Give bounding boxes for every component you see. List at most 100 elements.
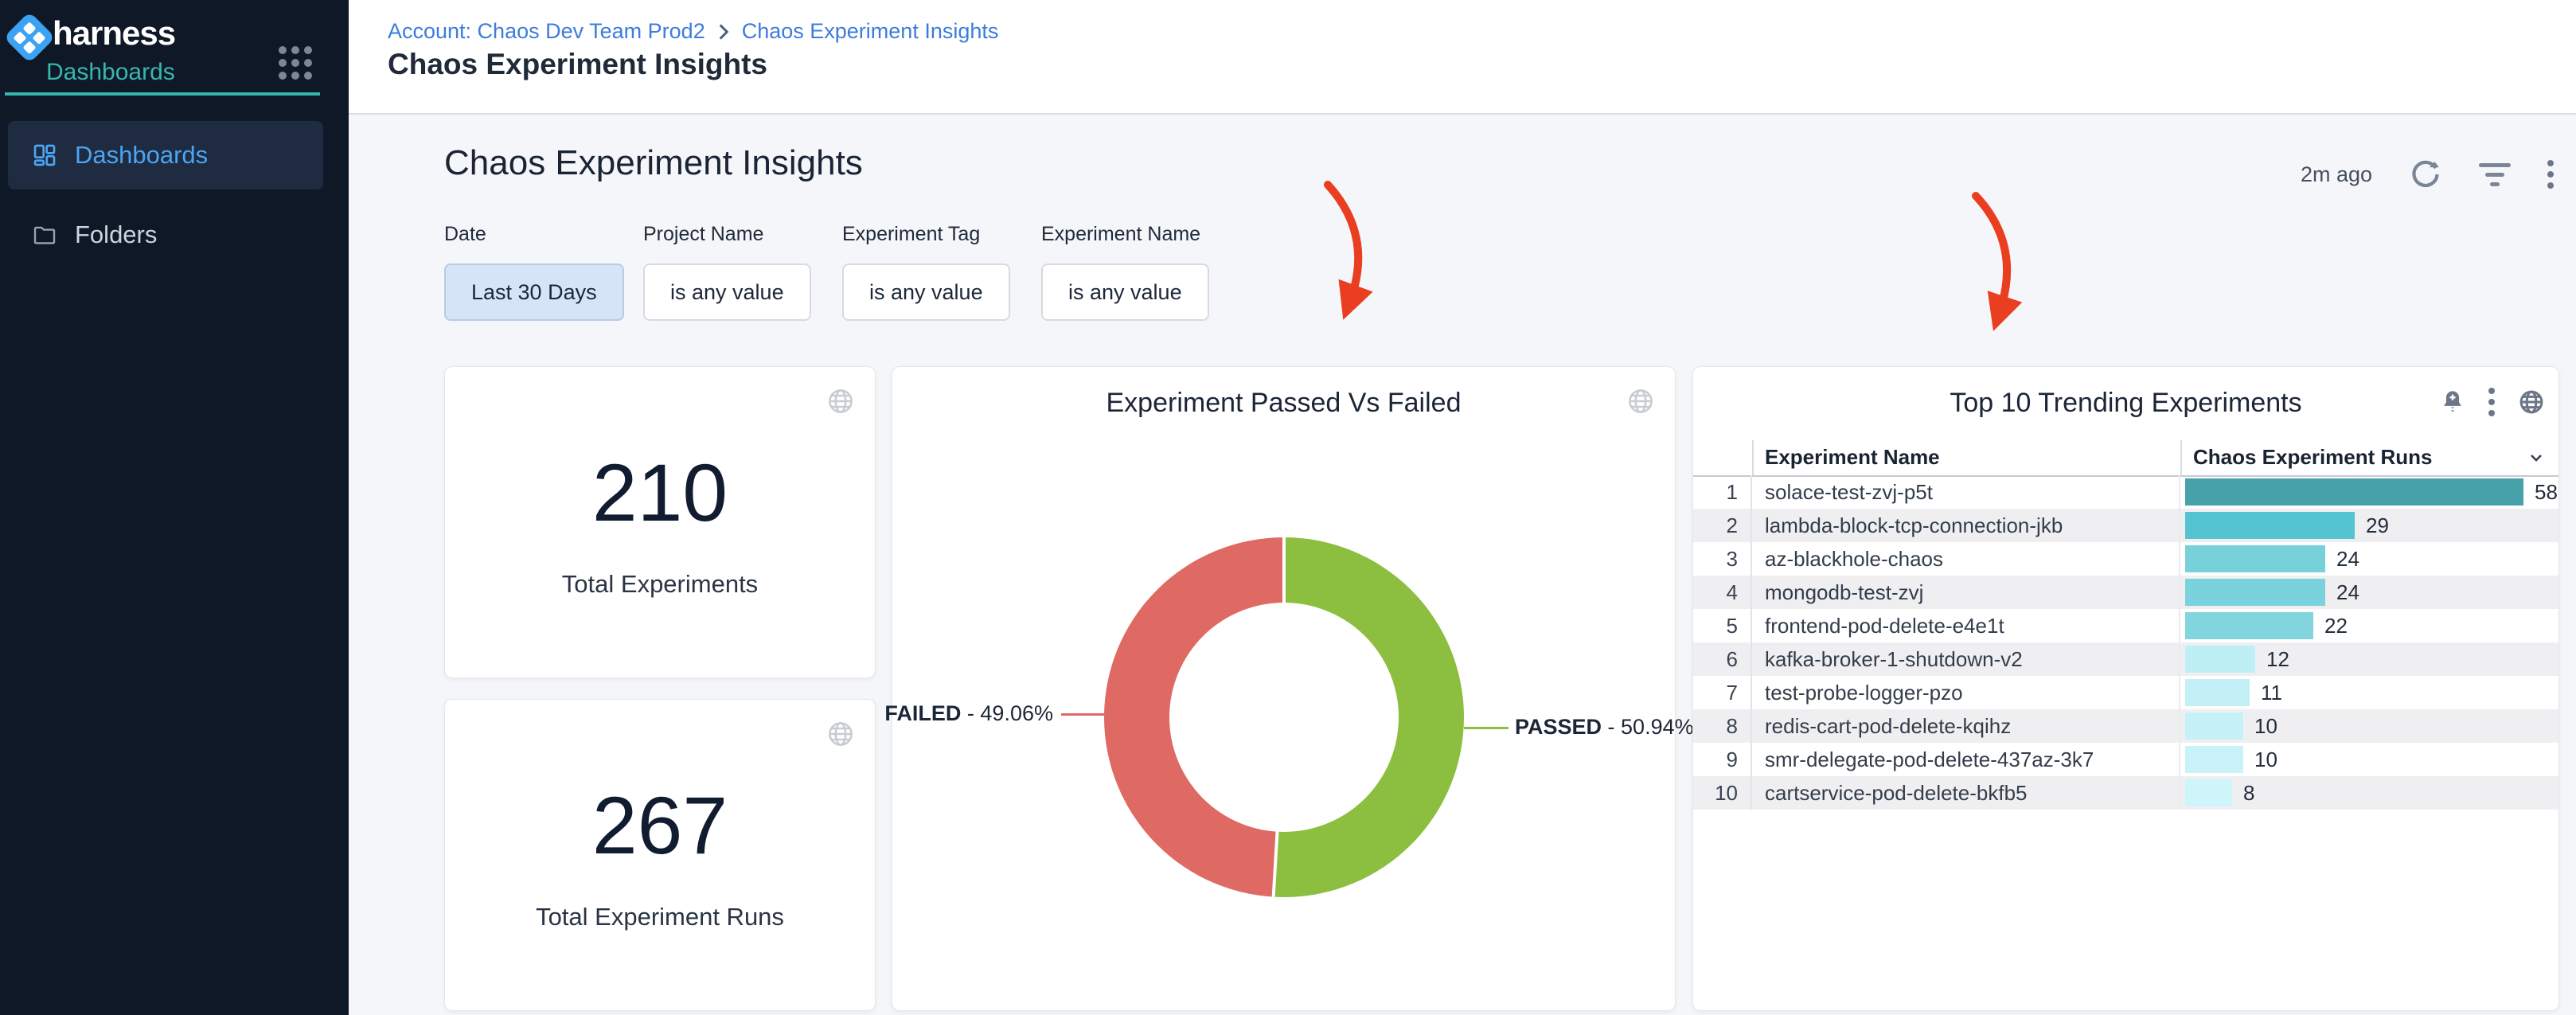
dashboard-meta: 2m ago — [2301, 158, 2554, 191]
row-bar-cell: 29 — [2180, 512, 2558, 539]
row-experiment-name: frontend-pod-delete-e4e1t — [1752, 609, 2180, 642]
sidebar: harness Dashboards Dashboards Folders — [0, 0, 349, 1015]
sidebar-item-label: Dashboards — [75, 141, 208, 170]
table-row[interactable]: 7 test-probe-logger-pzo 11 — [1693, 676, 2558, 709]
row-experiment-name: az-blackhole-chaos — [1752, 542, 2180, 576]
bell-plus-icon[interactable] — [2439, 388, 2466, 416]
filter-label: Experiment Tag — [842, 223, 1010, 246]
dashboards-icon — [32, 142, 57, 168]
table-row[interactable]: 3 az-blackhole-chaos 24 — [1693, 542, 2558, 576]
donut-chart[interactable] — [1104, 537, 1464, 897]
row-bar-cell: 10 — [2180, 712, 2558, 740]
breadcrumb: Account: Chaos Dev Team Prod2 Chaos Expe… — [388, 19, 998, 44]
chart-title: Experiment Passed Vs Failed — [892, 388, 1675, 419]
table-card-icons — [2439, 388, 2546, 416]
module-name: Dashboards — [46, 59, 175, 86]
passed-percent: - 50.94% — [1608, 715, 1694, 739]
last-refreshed: 2m ago — [2301, 162, 2372, 187]
row-experiment-name: redis-cart-pod-delete-kqihz — [1752, 709, 2180, 743]
failed-percent: - 49.06% — [967, 701, 1053, 725]
module-grid-icon[interactable] — [279, 46, 312, 80]
sidebar-item-label: Folders — [75, 221, 157, 249]
failed-callout: FAILED - 49.06% — [884, 701, 1053, 726]
row-bar-cell: 58 — [2180, 478, 2558, 506]
row-run-count: 8 — [2243, 781, 2254, 806]
kebab-menu-icon[interactable] — [2488, 388, 2495, 416]
row-experiment-name: test-probe-logger-pzo — [1752, 676, 2180, 709]
filter-project-name-button[interactable]: is any value — [643, 264, 811, 321]
total-experiments-label: Total Experiments — [562, 570, 758, 599]
filter-icon[interactable] — [2479, 163, 2511, 186]
row-bar-cell: 12 — [2180, 646, 2558, 673]
filter-label: Date — [444, 223, 624, 246]
row-experiment-name: cartservice-pod-delete-bkfb5 — [1752, 776, 2180, 810]
dashboard-title: Chaos Experiment Insights — [444, 143, 863, 183]
row-run-count: 10 — [2254, 714, 2277, 739]
row-bar-cell: 10 — [2180, 746, 2558, 773]
table-row[interactable]: 5 frontend-pod-delete-e4e1t 22 — [1693, 609, 2558, 642]
table-row[interactable]: 2 lambda-block-tcp-connection-jkb 29 — [1693, 509, 2558, 542]
run-bar — [2185, 712, 2243, 740]
row-rank: 8 — [1693, 709, 1752, 743]
table-row[interactable]: 6 kafka-broker-1-shutdown-v2 12 — [1693, 642, 2558, 676]
globe-icon[interactable] — [2517, 388, 2546, 416]
row-rank: 1 — [1693, 475, 1752, 509]
filter-date: Date Last 30 Days — [444, 223, 624, 321]
passed-label: PASSED — [1515, 715, 1602, 739]
folder-icon — [32, 222, 57, 248]
sidebar-item-folders[interactable]: Folders — [8, 204, 323, 266]
breadcrumb-dashboard-link[interactable]: Chaos Experiment Insights — [742, 19, 999, 44]
refresh-icon[interactable] — [2409, 158, 2442, 191]
breadcrumb-chevron-icon — [718, 24, 729, 40]
filter-experiment-name-button[interactable]: is any value — [1041, 264, 1209, 321]
table-row[interactable]: 10 cartservice-pod-delete-bkfb5 8 — [1693, 776, 2558, 810]
column-header-experiment-name[interactable]: Experiment Name — [1765, 445, 1940, 470]
filter-date-button[interactable]: Last 30 Days — [444, 264, 624, 321]
topbar: Account: Chaos Dev Team Prod2 Chaos Expe… — [349, 0, 2576, 115]
filter-experiment-tag-button[interactable]: is any value — [842, 264, 1010, 321]
table-row[interactable]: 8 redis-cart-pod-delete-kqihz 10 — [1693, 709, 2558, 743]
globe-icon[interactable] — [825, 719, 856, 749]
globe-icon[interactable] — [825, 386, 856, 416]
row-run-count: 58 — [2535, 480, 2558, 505]
filter-experiment-tag: Experiment Tag is any value — [842, 223, 1010, 321]
run-bar — [2185, 545, 2325, 572]
annotation-arrow — [1976, 196, 2007, 312]
table-row[interactable]: 9 smr-delegate-pod-delete-437az-3k7 10 — [1693, 743, 2558, 776]
total-experiment-runs-label: Total Experiment Runs — [536, 903, 784, 931]
module-divider — [5, 92, 320, 96]
kebab-menu-icon[interactable] — [2547, 160, 2554, 189]
sidebar-item-dashboards[interactable]: Dashboards — [8, 121, 323, 189]
passed-leader-line — [1464, 727, 1509, 729]
annotation-arrow — [1328, 185, 1358, 301]
row-rank: 5 — [1693, 609, 1752, 642]
brand-name: harness — [53, 14, 175, 53]
row-bar-cell: 11 — [2180, 679, 2558, 706]
row-rank: 9 — [1693, 743, 1752, 776]
run-bar — [2185, 512, 2355, 539]
breadcrumb-account-link[interactable]: Account: Chaos Dev Team Prod2 — [388, 19, 705, 44]
run-bar — [2185, 478, 2523, 506]
row-rank: 4 — [1693, 576, 1752, 609]
app-root: harness Dashboards Dashboards Folders Ac… — [0, 0, 2576, 1015]
passed-callout: PASSED - 50.94% — [1515, 715, 1694, 740]
column-header-chaos-experiment-runs[interactable]: Chaos Experiment Runs — [2193, 445, 2433, 470]
chevron-down-icon[interactable] — [2527, 448, 2546, 467]
table-row[interactable]: 1 solace-test-zvj-p5t 58 — [1693, 475, 2558, 509]
total-experiments-card: 210 Total Experiments — [444, 366, 876, 678]
filter-label: Experiment Name — [1041, 223, 1209, 246]
globe-icon[interactable] — [1626, 386, 1656, 416]
row-experiment-name: smr-delegate-pod-delete-437az-3k7 — [1752, 743, 2180, 776]
row-run-count: 24 — [2336, 547, 2359, 572]
row-bar-cell: 24 — [2180, 545, 2558, 572]
chart-title: Top 10 Trending Experiments — [1693, 388, 2558, 419]
table-row[interactable]: 4 mongodb-test-zvj 24 — [1693, 576, 2558, 609]
row-bar-cell: 8 — [2180, 779, 2558, 806]
row-rank: 10 — [1693, 776, 1752, 810]
failed-label: FAILED — [884, 701, 961, 725]
row-rank: 2 — [1693, 509, 1752, 542]
harness-logo[interactable] — [3, 11, 55, 63]
total-experiment-runs-card: 267 Total Experiment Runs — [444, 699, 876, 1011]
passed-vs-failed-card: Experiment Passed Vs Failed FAILED - 49.… — [892, 366, 1676, 1011]
filter-label: Project Name — [643, 223, 811, 246]
